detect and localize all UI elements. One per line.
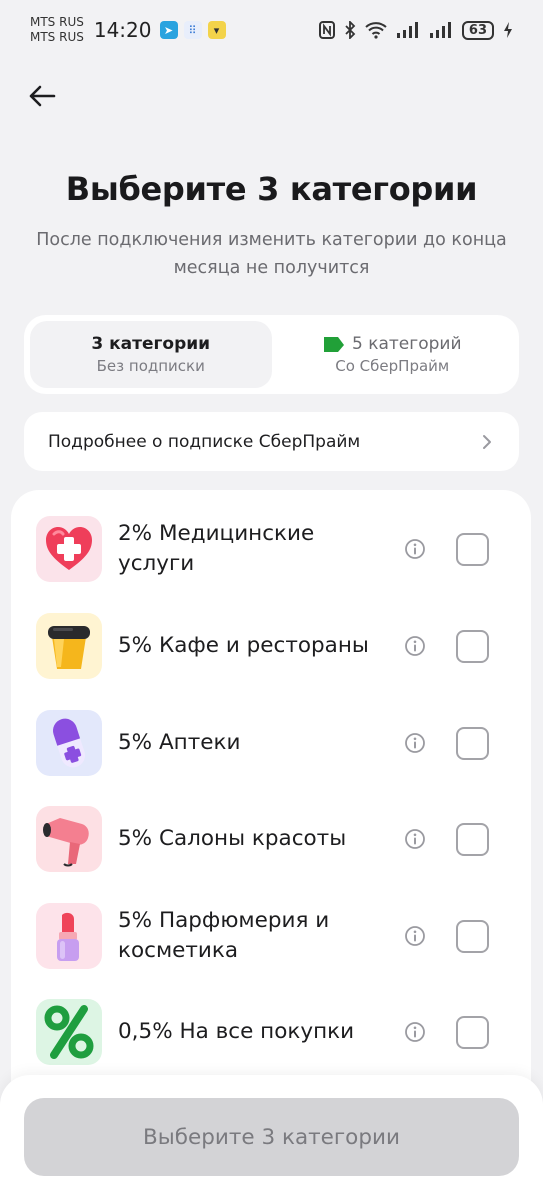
info-icon[interactable] (404, 635, 426, 657)
category-label: 5% Парфюмерия и косметика (118, 908, 330, 963)
battery-level: 63 (461, 20, 494, 40)
signal-icon-2 (429, 22, 451, 38)
category-checkbox[interactable] (456, 919, 489, 953)
category-item-medical[interactable]: 2% Медицинские услуги (36, 516, 506, 582)
category-label: 5% Салоны красоты (118, 826, 347, 851)
plan-option-3-categories[interactable]: 3 категории Без подписки (30, 321, 272, 388)
back-button[interactable] (24, 78, 60, 114)
messenger-icon: ▾ (207, 21, 226, 39)
info-icon[interactable] (404, 538, 426, 560)
carrier-names: MTS RUS MTS RUS (30, 15, 84, 45)
plan-option-5-categories[interactable]: 5 категорий Со СберПрайм (272, 321, 514, 388)
plan-subtitle: Со СберПрайм (335, 357, 450, 375)
category-label: 0,5% На все покупки (118, 1019, 355, 1044)
sberprime-info-link[interactable]: Подробнее о подписке СберПрайм (24, 412, 519, 471)
category-label: 5% Кафе и рестораны (118, 633, 369, 658)
medical-heart-icon (36, 516, 102, 582)
app-notification-icon: ⠿ (183, 21, 202, 39)
telegram-icon: ➤ (159, 21, 178, 39)
carrier-2: MTS RUS (30, 30, 84, 44)
submit-button[interactable]: Выберите 3 категории (24, 1098, 519, 1176)
category-checkbox[interactable] (456, 1015, 489, 1049)
plan-name: 3 категории (91, 334, 211, 354)
category-item-perfume[interactable]: 5% Парфюмерия и косметика (36, 903, 506, 969)
category-checkbox[interactable] (456, 822, 489, 856)
status-indicators: 63 (318, 20, 513, 40)
lipstick-icon (36, 903, 102, 969)
info-icon[interactable] (404, 828, 426, 850)
bottom-panel: Выберите 3 категории (0, 1075, 543, 1200)
category-label: 5% Аптеки (118, 730, 241, 755)
sberprime-info-label: Подробнее о подписке СберПрайм (48, 431, 361, 452)
charging-icon (504, 22, 512, 38)
category-checkbox[interactable] (456, 629, 489, 663)
hair-dryer-icon (36, 806, 102, 872)
page-title: Выберите 3 категории (65, 170, 478, 208)
status-bar: MTS RUS MTS RUS 14:20 ➤ ⠿ ▾ 63 (0, 0, 543, 60)
category-checkbox[interactable] (456, 726, 489, 760)
plan-subtitle: Без подписки (96, 357, 205, 375)
category-label: 2% Медицинские услуги (118, 521, 315, 576)
category-item-all-purchases[interactable]: 0,5% На все покупки (36, 999, 506, 1065)
coffee-cup-icon (36, 613, 102, 679)
info-icon[interactable] (404, 925, 426, 947)
category-item-pharmacy[interactable]: 5% Аптеки (36, 710, 506, 776)
sberprime-flag-icon (324, 336, 344, 352)
percent-icon (36, 999, 102, 1065)
arrow-left-icon (29, 85, 56, 107)
chevron-right-icon (483, 434, 491, 449)
info-icon[interactable] (404, 1021, 426, 1043)
plan-name-wrap: 5 категорий (323, 334, 462, 354)
status-time: 14:20 (93, 18, 152, 42)
signal-icon-1 (396, 22, 418, 38)
plan-switch: 3 категории Без подписки 5 категорий Со … (24, 315, 519, 394)
page-subtitle: После подключения изменить категории до … (36, 230, 507, 278)
info-icon[interactable] (404, 732, 426, 754)
notification-icons: ➤ ⠿ ▾ (159, 21, 226, 39)
bluetooth-icon (345, 21, 356, 39)
category-item-beauty[interactable]: 5% Салоны красоты (36, 806, 506, 872)
wifi-icon (365, 22, 387, 39)
plan-name: 5 категорий (352, 334, 462, 354)
category-item-cafe[interactable]: 5% Кафе и рестораны (36, 613, 506, 679)
pill-capsule-icon (36, 710, 102, 776)
carrier-1: MTS RUS (30, 15, 84, 29)
nfc-icon (318, 21, 335, 39)
category-checkbox[interactable] (456, 532, 489, 566)
